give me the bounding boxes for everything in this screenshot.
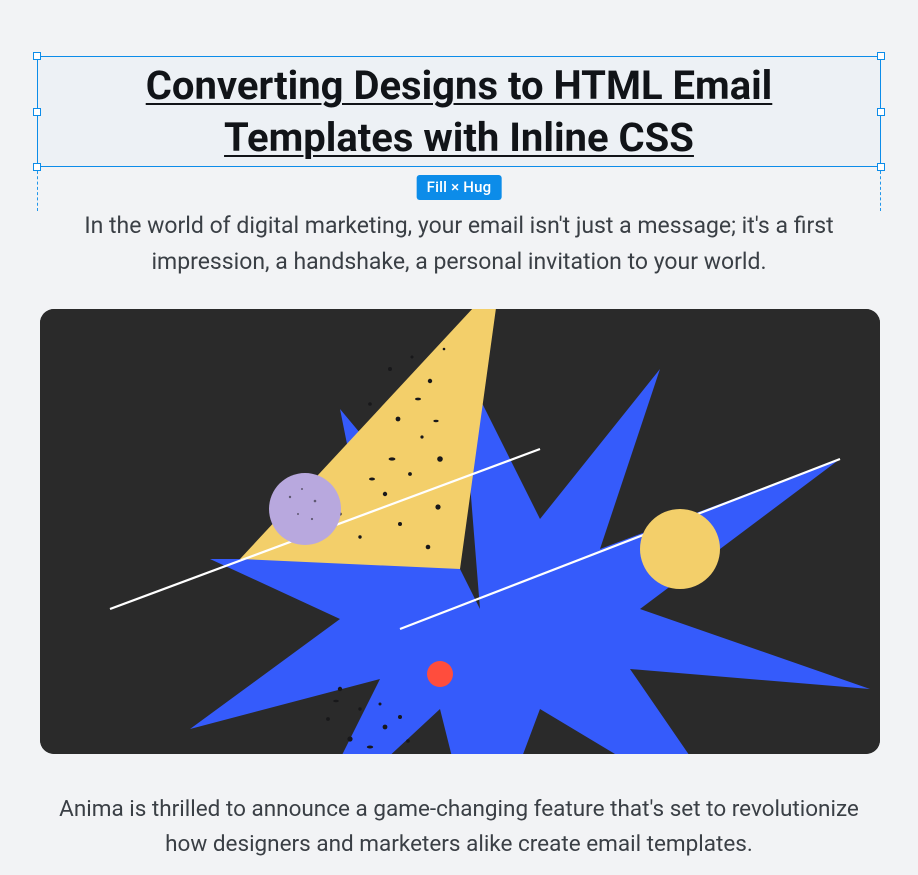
constraint-badge: Fill × Hug (417, 175, 502, 200)
resize-handle-top-right[interactable] (877, 52, 885, 60)
hero-image[interactable] (40, 309, 880, 754)
resize-handle-top-left[interactable] (33, 52, 41, 60)
lavender-circle (269, 473, 341, 545)
yellow-circle (640, 509, 720, 589)
body-text[interactable]: Anima is thrilled to announce a game-cha… (40, 792, 878, 862)
resize-handle-bottom-left[interactable] (33, 163, 41, 171)
red-dot (427, 661, 453, 687)
subheading-text[interactable]: In the world of digital marketing, your … (40, 208, 878, 279)
alignment-guide-left (37, 171, 38, 211)
hero-illustration-icon (40, 309, 880, 754)
design-canvas[interactable]: Converting Designs to HTML Email Templat… (0, 0, 918, 875)
resize-handle-mid-right[interactable] (877, 108, 885, 116)
heading-text[interactable]: Converting Designs to HTML Email Templat… (47, 60, 871, 164)
alignment-guide-right (880, 171, 881, 211)
resize-handle-mid-left[interactable] (33, 108, 41, 116)
page-title[interactable]: Converting Designs to HTML Email Templat… (37, 56, 881, 167)
resize-handle-bottom-right[interactable] (877, 163, 885, 171)
